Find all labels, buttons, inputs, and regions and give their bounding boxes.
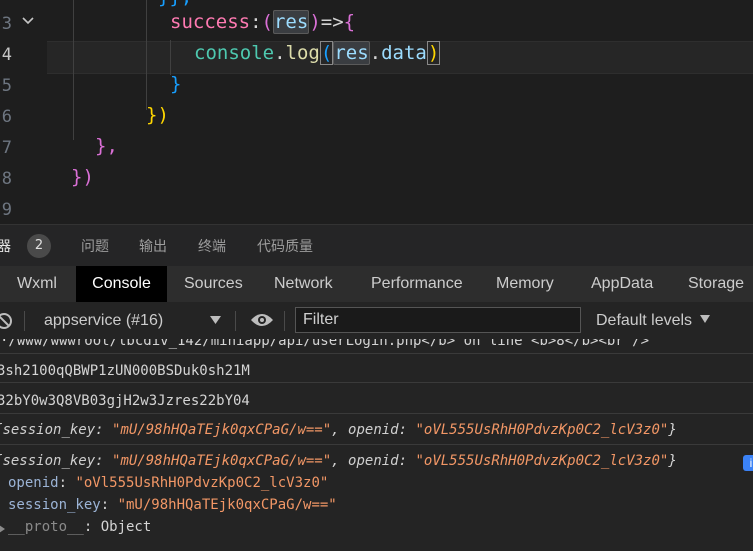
line-number: 7: [1, 138, 12, 158]
console-output[interactable]: ·/www/wwwroot/lbcdiv_142/miniapp/api/use…: [0, 339, 753, 551]
tab-network[interactable]: Network: [274, 266, 333, 302]
context-selector[interactable]: appservice (#16): [44, 312, 163, 330]
tab-memory[interactable]: Memory: [496, 266, 554, 302]
console-object-message[interactable]: {session_key: "mU/98hHQaTEjk0qxCPaG/w=="…: [0, 445, 753, 551]
eye-icon[interactable]: [250, 312, 274, 328]
clear-console-icon[interactable]: [0, 312, 13, 330]
toolbar-divider: [24, 311, 25, 331]
tab-sources[interactable]: Sources: [184, 266, 243, 302]
line-number: 9: [1, 200, 12, 220]
code-line-8: }): [71, 166, 94, 188]
info-icon[interactable]: i: [743, 455, 753, 471]
indent-guide: [170, 40, 171, 75]
code-editor[interactable]: 3 4 5 6 7 8 9 }}, success:(res)=>{ conso…: [0, 0, 753, 224]
object-property-session-key: session_key: "mU/98hHQaTEjk0qxCPaG/w==": [8, 497, 337, 513]
console-toolbar: appservice (#16) Default levels: [0, 302, 753, 340]
console-message: 3sh2100qQBWP1zUN000BSDuk0sh21M: [0, 353, 753, 383]
object-property-openid: openid: "oVl555UsRhH0PdvzKp0C2_lcV3z0": [8, 475, 329, 491]
debugger-count-badge: 2: [27, 234, 51, 258]
context-dropdown-icon[interactable]: [210, 316, 221, 325]
tab-performance[interactable]: Performance: [371, 266, 463, 302]
toolbar-divider: [284, 311, 285, 331]
panel-tab-bar: 器 2 问题 输出 终端 代码质量: [0, 224, 753, 267]
indent-guide: [146, 0, 147, 110]
indent-guide: [73, 0, 74, 140]
console-message: {session_key: "mU/98hHQaTEjk0qxCPaG/w=="…: [0, 414, 753, 445]
tab-appdata[interactable]: AppData: [591, 266, 653, 302]
line-number: 8: [1, 169, 12, 189]
tab-problems[interactable]: 问题: [81, 236, 109, 256]
tab-code-quality[interactable]: 代码质量: [257, 236, 313, 256]
code-line-6: }): [146, 104, 169, 126]
object-property-proto[interactable]: __proto__: Object: [8, 519, 151, 535]
filter-input[interactable]: [295, 307, 581, 333]
code-fragment: }},: [158, 0, 192, 8]
code-line-3: success:(res)=>{: [170, 10, 356, 34]
fold-chevron-icon[interactable]: [20, 13, 36, 29]
levels-dropdown-icon[interactable]: [700, 315, 710, 324]
line-number: 5: [1, 76, 12, 96]
object-preview[interactable]: {session_key: "mU/98hHQaTEjk0qxCPaG/w=="…: [0, 453, 677, 469]
toolbar-divider: [235, 311, 236, 331]
tab-console[interactable]: Console: [76, 266, 167, 302]
tab-output[interactable]: 输出: [139, 236, 167, 256]
console-message: 32bY0w3Q8VB03gjH2w3Jzres22bY04: [0, 383, 753, 414]
code-line-4: console.log(res.data): [194, 41, 441, 65]
line-number: 4: [1, 45, 12, 65]
line-number: 6: [1, 107, 12, 127]
expand-triangle-icon[interactable]: [0, 525, 5, 533]
code-line-7: },: [95, 135, 118, 157]
line-number: 3: [1, 14, 12, 34]
console-message: ·/www/wwwroot/lbcdiv_142/miniapp/api/use…: [0, 339, 753, 354]
log-levels-selector[interactable]: Default levels: [596, 312, 692, 330]
devtools-tab-bar: Wxml Console Sources Network Performance…: [0, 266, 753, 303]
code-line-5: }: [170, 73, 182, 95]
tab-storage[interactable]: Storage: [688, 266, 744, 302]
tab-terminal[interactable]: 终端: [198, 236, 226, 256]
tab-wxml[interactable]: Wxml: [17, 266, 57, 302]
tab-debugger[interactable]: 器: [0, 236, 11, 256]
